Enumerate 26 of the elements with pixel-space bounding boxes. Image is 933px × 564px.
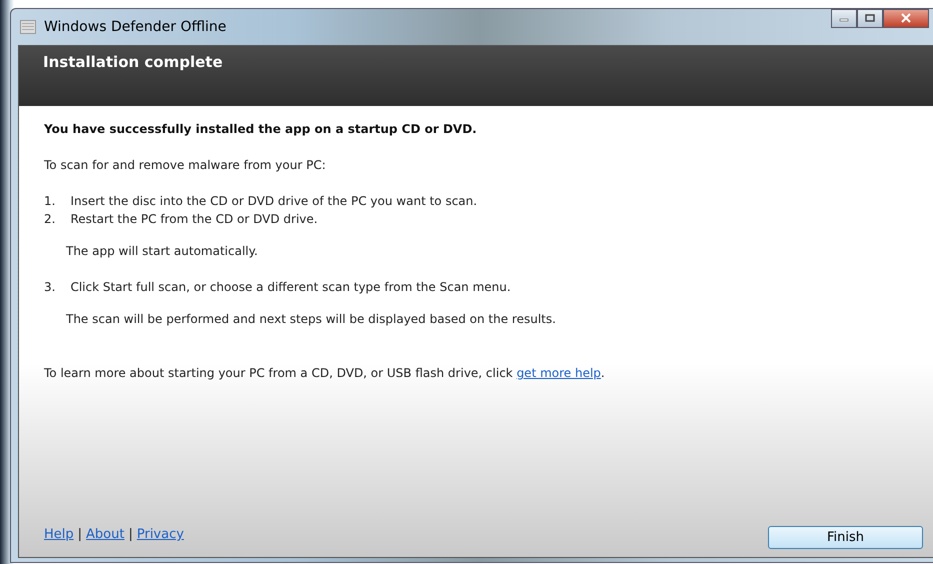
page-title: Installation complete — [43, 53, 223, 71]
link-separator: | — [128, 527, 133, 542]
step-note: The app will start automatically. — [66, 244, 259, 258]
footer-link[interactable]: Privacy — [136, 527, 184, 542]
maximize-button[interactable] — [857, 8, 883, 28]
step-text: Click Start full scan, or choose a different scan type from the Scan menu. — [70, 280, 511, 294]
finish-button[interactable]: Finish — [768, 526, 923, 549]
step-text: Insert the disc into the CD or DVD drive of the PC you want to scan. — [70, 194, 478, 208]
maximize-icon — [865, 14, 875, 22]
help-text: To learn more about starting your PC from a CD, DVD, or USB flash drive, click get more help. — [44, 366, 606, 380]
window-title: Windows Defender Offline — [44, 19, 226, 35]
link-separator: | — [78, 527, 82, 542]
step-number: 2. — [44, 212, 56, 226]
step-number: 1. — [44, 194, 56, 208]
step-number: 3. — [44, 280, 56, 294]
footer-link[interactable]: About — [86, 527, 124, 542]
close-button[interactable] — [883, 8, 929, 28]
success-heading: You have successfully installed the app on a startup CD or DVD. — [44, 122, 478, 136]
get-more-help-link[interactable]: get more help — [516, 366, 601, 380]
step-text: Restart the PC from the CD or DVD drive. — [70, 212, 318, 226]
close-icon — [900, 13, 912, 23]
minimize-button[interactable] — [831, 8, 857, 28]
intro-text: To scan for and remove malware from your PC: — [44, 158, 327, 172]
app-icon — [20, 20, 36, 34]
step-note: The scan will be performed and next steps will be displayed based on the results. — [66, 312, 557, 326]
footer-link[interactable]: Help — [44, 527, 74, 542]
